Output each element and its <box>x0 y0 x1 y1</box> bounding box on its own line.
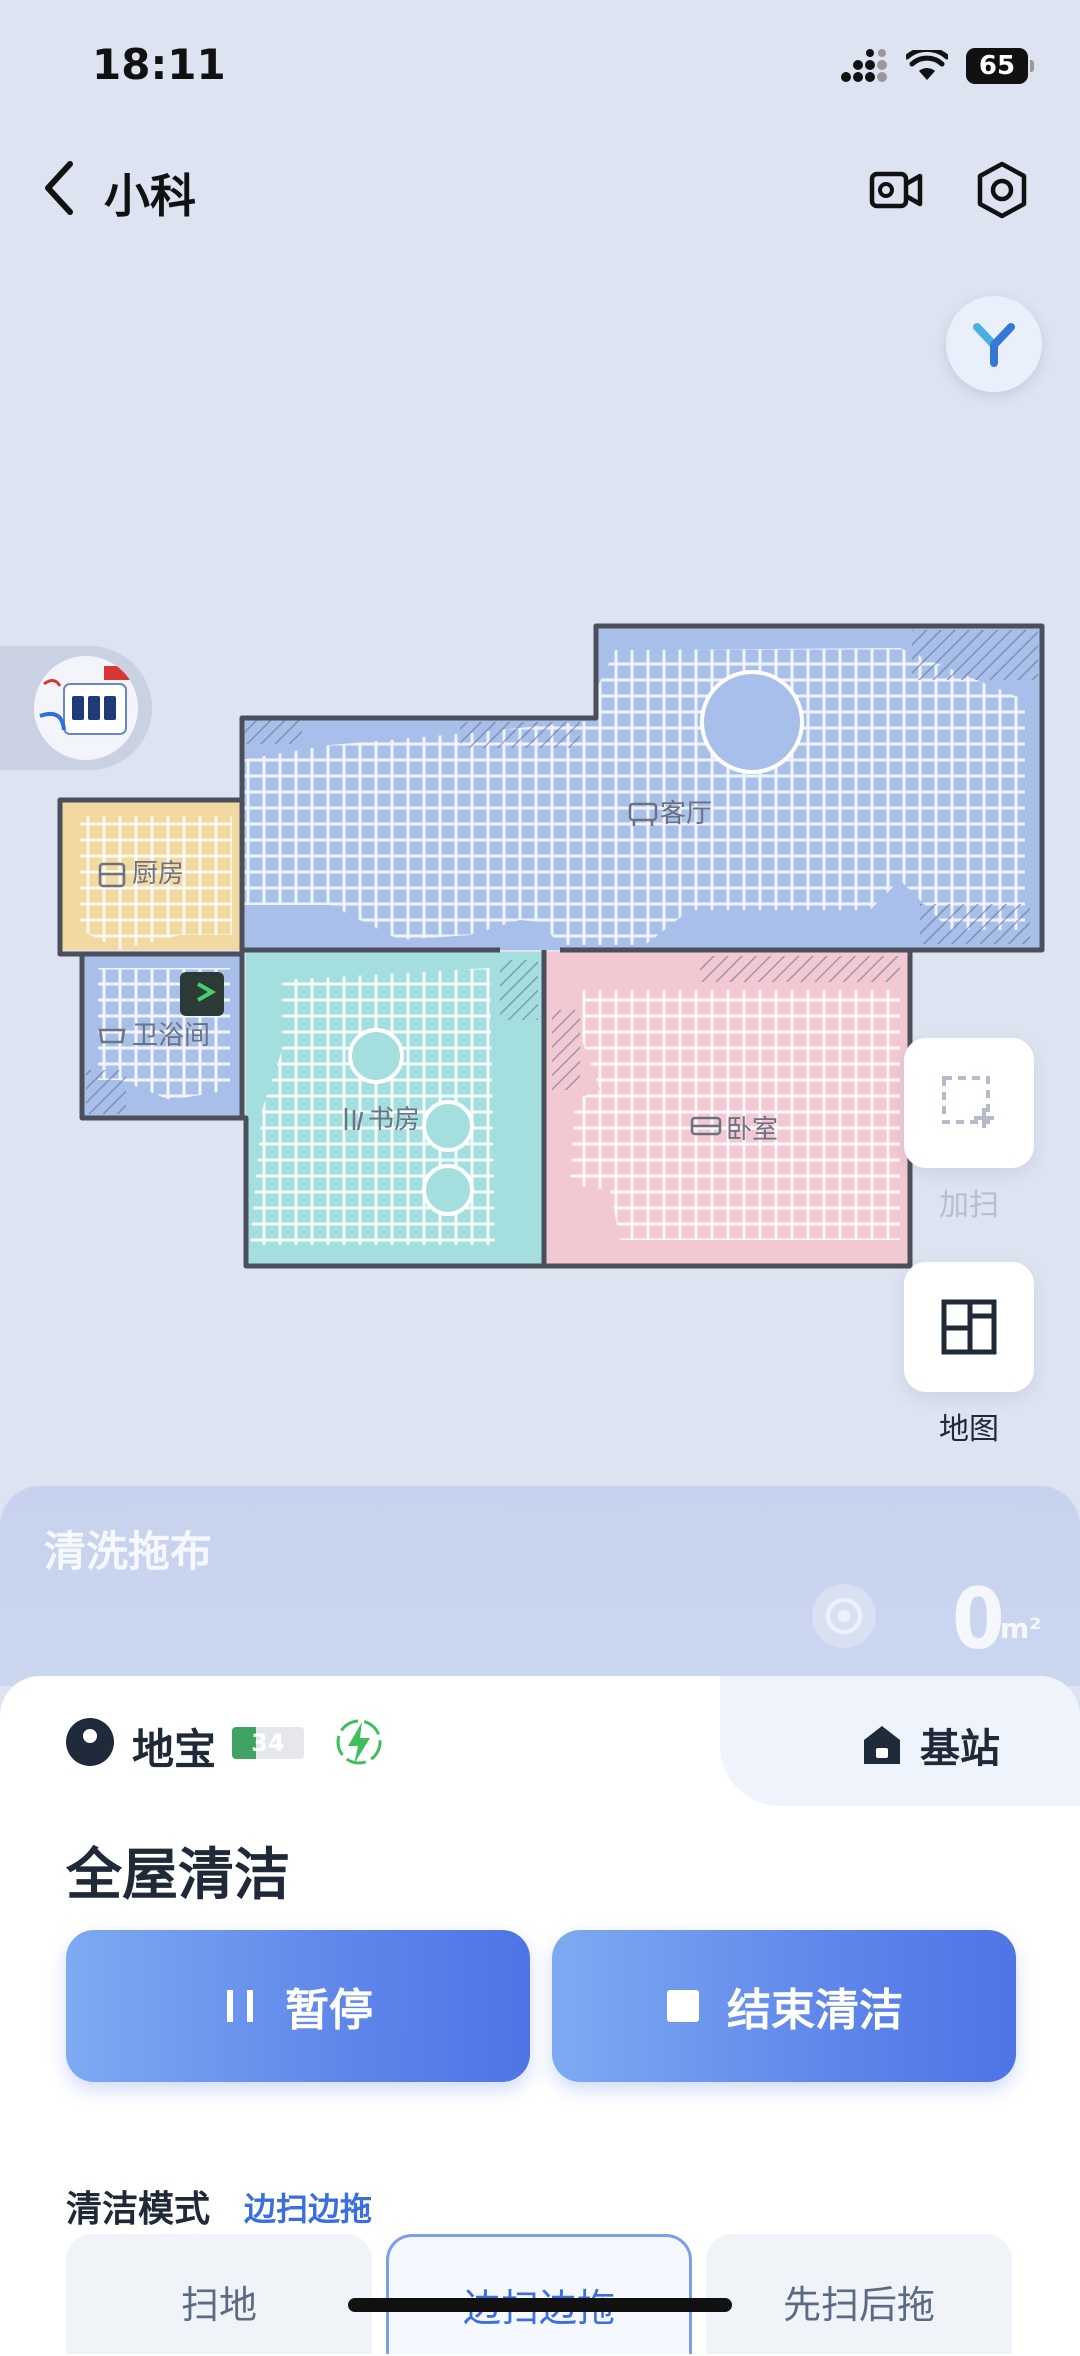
pause-button[interactable]: 暂停 <box>66 1930 530 2082</box>
status-text: 清洗拖布 <box>44 1527 213 1576</box>
home-indicator[interactable] <box>348 2298 732 2312</box>
device-icon <box>66 1718 114 1766</box>
room-label-kitchen: 厨房 <box>132 859 184 889</box>
map-layout-icon <box>941 1299 997 1355</box>
room-label-bedroom: 卧室 <box>726 1115 778 1145</box>
mode-option-sweep-mop[interactable]: 边扫边拖 <box>386 2234 692 2354</box>
room-label-study: 书房 <box>368 1105 420 1135</box>
add-zone-button[interactable] <box>904 1038 1034 1168</box>
stop-icon <box>667 1990 699 2022</box>
robot-position-icon <box>184 976 220 1012</box>
pause-label: 暂停 <box>285 1985 373 2036</box>
add-zone-icon <box>942 1076 994 1128</box>
map-label: 地图 <box>939 1412 999 1447</box>
scene-thumbnail <box>34 656 138 760</box>
mode-option-sweep-then-mop[interactable]: 先扫后拖 <box>706 2234 1012 2354</box>
pause-icon <box>227 1990 253 2022</box>
cleaned-area-value: 0 <box>952 1570 1005 1668</box>
stop-cleaning-button[interactable]: 结束清洁 <box>552 1930 1016 2082</box>
charging-bolt-icon <box>336 1719 382 1765</box>
base-station-label[interactable]: 基站 <box>920 1716 1000 1774</box>
mode-option-sweep[interactable]: 扫地 <box>66 2234 372 2354</box>
device-name[interactable]: 地宝 <box>132 1716 216 1777</box>
current-mode-label: 边扫边拖 <box>244 2190 373 2228</box>
base-station-icon <box>864 1726 900 1764</box>
status-strip <box>0 1486 1080 1686</box>
robot-mini-icon <box>812 1584 876 1648</box>
device-battery: 34 <box>232 1727 304 1759</box>
mode-section-title: 清洁模式 <box>66 2189 211 2230</box>
scene-shortcut[interactable] <box>0 646 152 770</box>
stop-cleaning-label: 结束清洁 <box>727 1985 903 2036</box>
room-label-living-room: 客厅 <box>660 799 712 829</box>
cleaning-title: 全屋清洁 <box>66 1843 290 1908</box>
add-zone-label: 加扫 <box>939 1188 999 1223</box>
living-room-rug <box>700 670 804 774</box>
room-label-bathroom: 卫浴间 <box>132 1021 210 1051</box>
map-button[interactable] <box>904 1262 1034 1392</box>
cleaned-area-unit: m² <box>1000 1612 1042 1645</box>
device-battery-text: 34 <box>251 1729 285 1757</box>
